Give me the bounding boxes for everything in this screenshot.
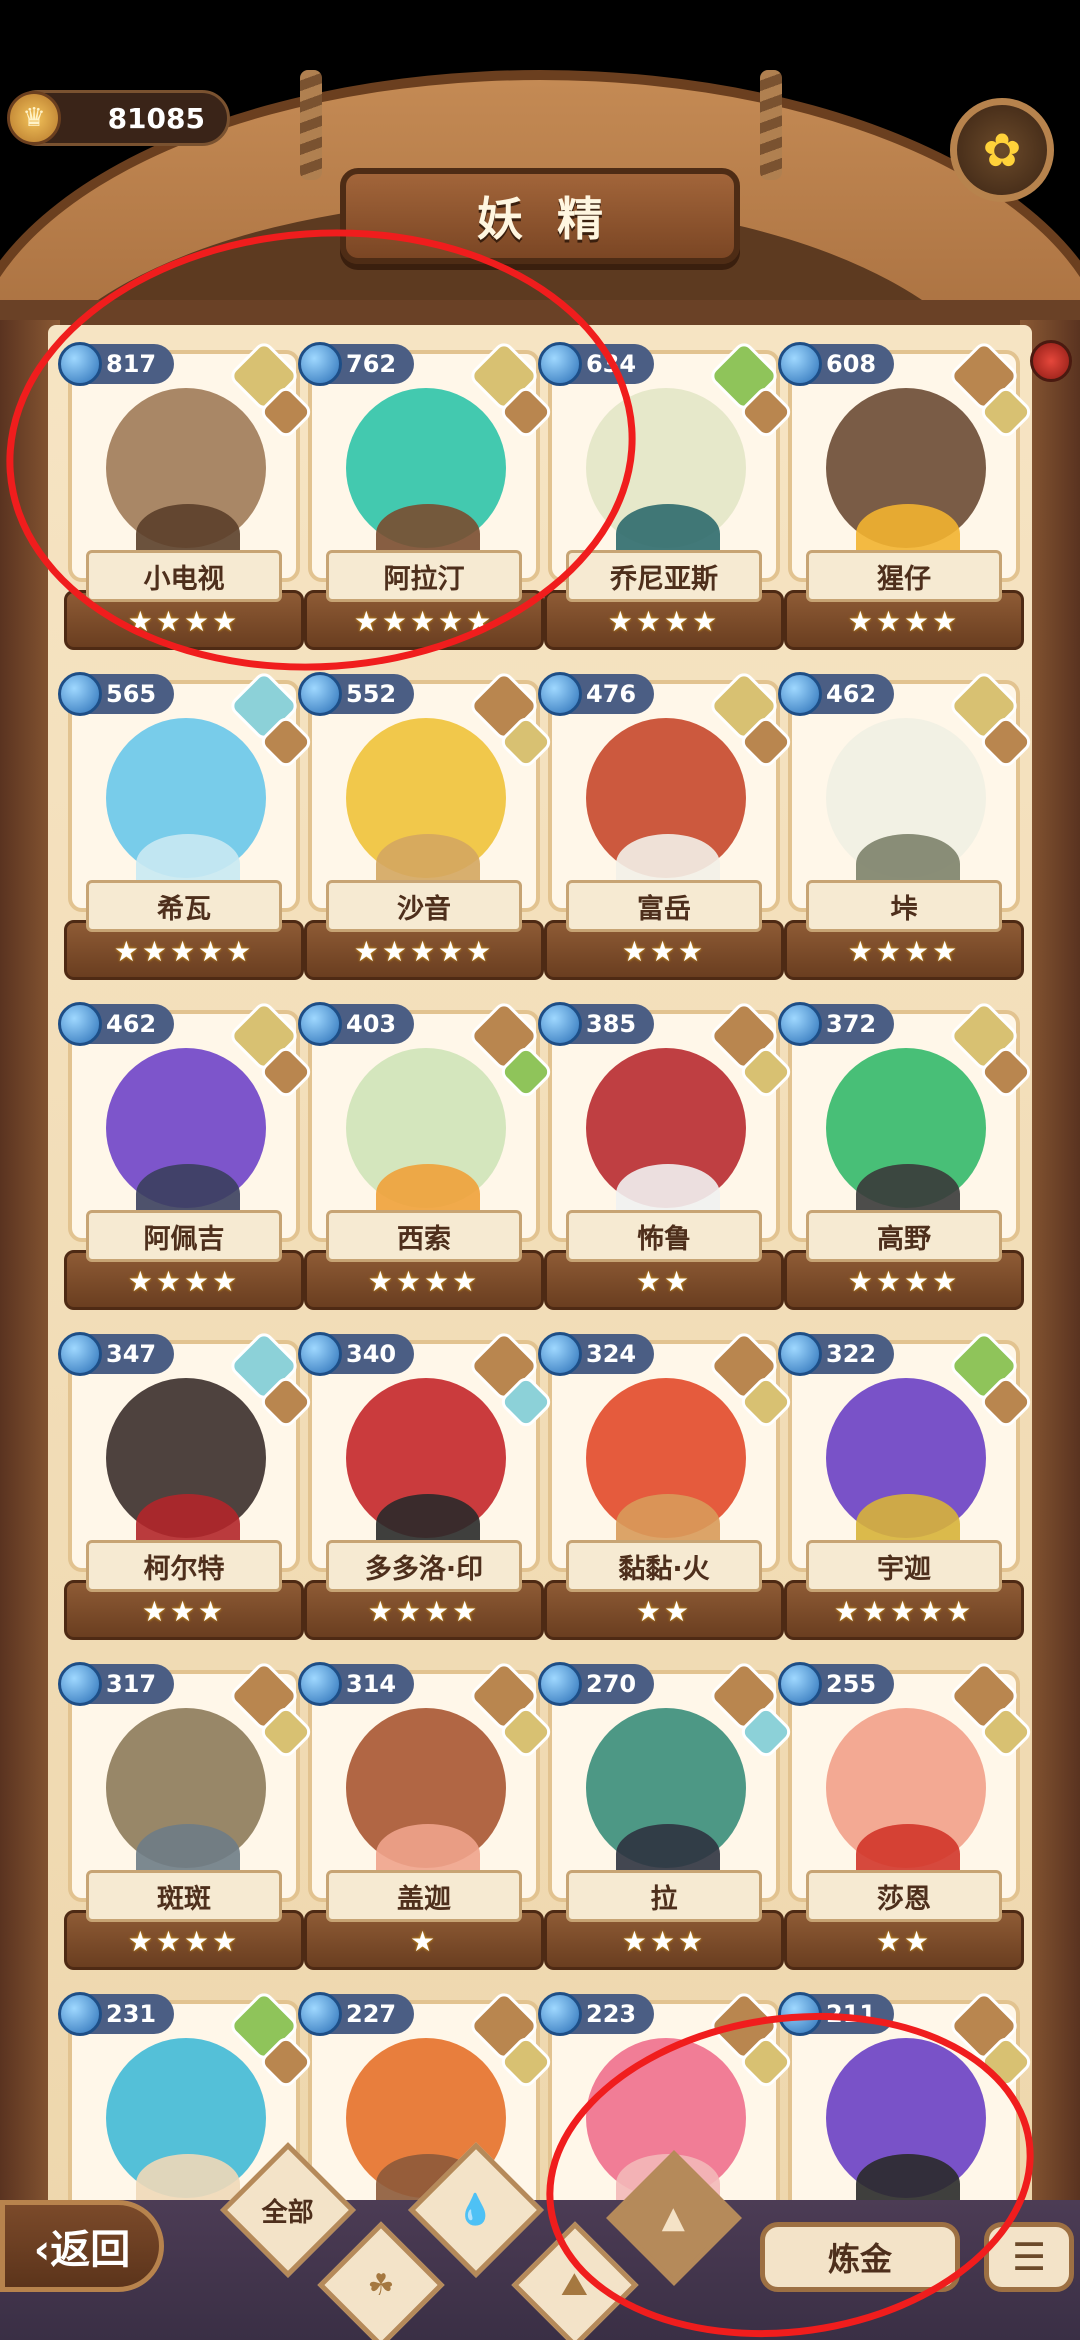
- power-orb-icon: [538, 1662, 582, 1706]
- crown-coin-icon: ♛: [7, 91, 61, 145]
- fairy-name: 拉: [566, 1870, 762, 1922]
- hint-button[interactable]: ✿: [950, 98, 1054, 202]
- power-orb-icon: [538, 1992, 582, 2036]
- fairy-stars: ★★: [875, 1925, 933, 1958]
- fairy-name: 盖迦: [326, 1870, 522, 1922]
- fairy-name: 沙音: [326, 880, 522, 932]
- fairy-stars: ★★★★: [367, 1595, 481, 1628]
- fairy-stars: ★★★: [621, 1925, 707, 1958]
- page-title: 妖精: [477, 192, 637, 246]
- water-drop-icon: 💧: [457, 2192, 495, 2228]
- power-orb-icon: [58, 1332, 102, 1376]
- rope-left: [300, 70, 322, 180]
- fairy-stars: ★★: [635, 1265, 693, 1298]
- filter-all-label: 全部: [261, 2197, 315, 2228]
- fairy-stars: ★★★★★: [113, 935, 255, 968]
- fairy-name: 希瓦: [86, 880, 282, 932]
- fairy-name: 猩仔: [806, 550, 1002, 602]
- power-orb-icon: [58, 1662, 102, 1706]
- fairy-name: 垰: [806, 880, 1002, 932]
- fairy-card[interactable]: 255 莎恩 ★★: [778, 1659, 1035, 1970]
- fairy-name: 乔尼亚斯: [566, 550, 762, 602]
- power-orb-icon: [298, 1002, 342, 1046]
- fairy-name: 高野: [806, 1210, 1002, 1262]
- fairy-stars: ★★★: [621, 935, 707, 968]
- power-orb-icon: [778, 1002, 822, 1046]
- fairy-name: 黏黏·火: [566, 1540, 762, 1592]
- fairy-stars: ★★★★: [847, 605, 961, 638]
- power-orb-icon: [538, 1332, 582, 1376]
- fairy-stars: ★★★★★: [353, 935, 495, 968]
- fairy-card[interactable]: 385 怖鲁 ★★: [538, 999, 795, 1310]
- power-orb-icon: [538, 672, 582, 716]
- fairy-card[interactable]: 608 猩仔 ★★★★: [778, 339, 1035, 650]
- fairy-card[interactable]: 314 盖迦 ★: [298, 1659, 555, 1970]
- game-screen: ♛ 81085 妖精 ✿ 817 小电视 ★★★★ 762 阿拉汀 ★★★★★ 634 乔尼亚…: [0, 0, 1080, 2340]
- power-orb-icon: [58, 1002, 102, 1046]
- power-orb-icon: [778, 1662, 822, 1706]
- fairy-name: 西索: [326, 1210, 522, 1262]
- power-orb-icon: [298, 1992, 342, 2036]
- rope-right: [760, 70, 782, 180]
- fairy-card[interactable]: 372 高野 ★★★★: [778, 999, 1035, 1310]
- leaf-icon: ☘: [367, 2267, 395, 2303]
- fairy-name: 多多洛·印: [326, 1540, 522, 1592]
- back-button[interactable]: ‹返回: [0, 2200, 164, 2292]
- fairy-card[interactable]: 317 斑斑 ★★★★: [58, 1659, 315, 1970]
- power-orb-icon: [778, 1332, 822, 1376]
- power-orb-icon: [298, 1332, 342, 1376]
- fairy-stars: ★★★★: [127, 1265, 241, 1298]
- fairy-name: 富岳: [566, 880, 762, 932]
- fairy-stars: ★★★★: [847, 935, 961, 968]
- power-orb-icon: [778, 672, 822, 716]
- fairy-name: 阿佩吉: [86, 1210, 282, 1262]
- power-orb-icon: [298, 672, 342, 716]
- fairy-name: 宇迦: [806, 1540, 1002, 1592]
- power-orb-icon: [778, 342, 822, 386]
- fairy-name: 斑斑: [86, 1870, 282, 1922]
- sprout-icon: ✿: [982, 123, 1022, 177]
- fairy-card[interactable]: 403 西索 ★★★★: [298, 999, 555, 1310]
- fairy-stars: ★★: [635, 1595, 693, 1628]
- fairy-card[interactable]: 462 阿佩吉 ★★★★: [58, 999, 315, 1310]
- fairy-name: 柯尔特: [86, 1540, 282, 1592]
- fairy-stars: ★★★★: [847, 1265, 961, 1298]
- fairy-card[interactable]: 476 富岳 ★★★: [538, 669, 795, 980]
- fairy-card[interactable]: 270 拉 ★★★: [538, 1659, 795, 1970]
- coin-counter: ♛ 81085: [7, 90, 230, 146]
- fairy-name: 莎恩: [806, 1870, 1002, 1922]
- side-notice-dot[interactable]: [1030, 340, 1072, 382]
- fairy-card[interactable]: 340 多多洛·印 ★★★★: [298, 1329, 555, 1640]
- power-orb-icon: [538, 1002, 582, 1046]
- fairy-stars: ★★★★: [367, 1265, 481, 1298]
- power-orb-icon: [58, 672, 102, 716]
- power-orb-icon: [298, 1662, 342, 1706]
- fairy-card[interactable]: 552 沙音 ★★★★★: [298, 669, 555, 980]
- fairy-stars: ★★★: [141, 1595, 227, 1628]
- fairy-card[interactable]: 324 黏黏·火 ★★: [538, 1329, 795, 1640]
- fairy-stars: ★★★★: [607, 605, 721, 638]
- fairy-name: 怖鲁: [566, 1210, 762, 1262]
- fairy-card[interactable]: 462 垰 ★★★★: [778, 669, 1035, 980]
- fairy-card[interactable]: 565 希瓦 ★★★★★: [58, 669, 315, 980]
- coin-amount: 81085: [107, 101, 205, 135]
- fairy-stars: ★★★★: [127, 1925, 241, 1958]
- fairy-stars: ★: [409, 1925, 439, 1958]
- fairy-card[interactable]: 347 柯尔特 ★★★: [58, 1329, 315, 1640]
- fairy-stars: ★★★★★: [833, 1595, 975, 1628]
- power-orb-icon: [58, 1992, 102, 2036]
- fairy-card[interactable]: 322 宇迦 ★★★★★: [778, 1329, 1035, 1640]
